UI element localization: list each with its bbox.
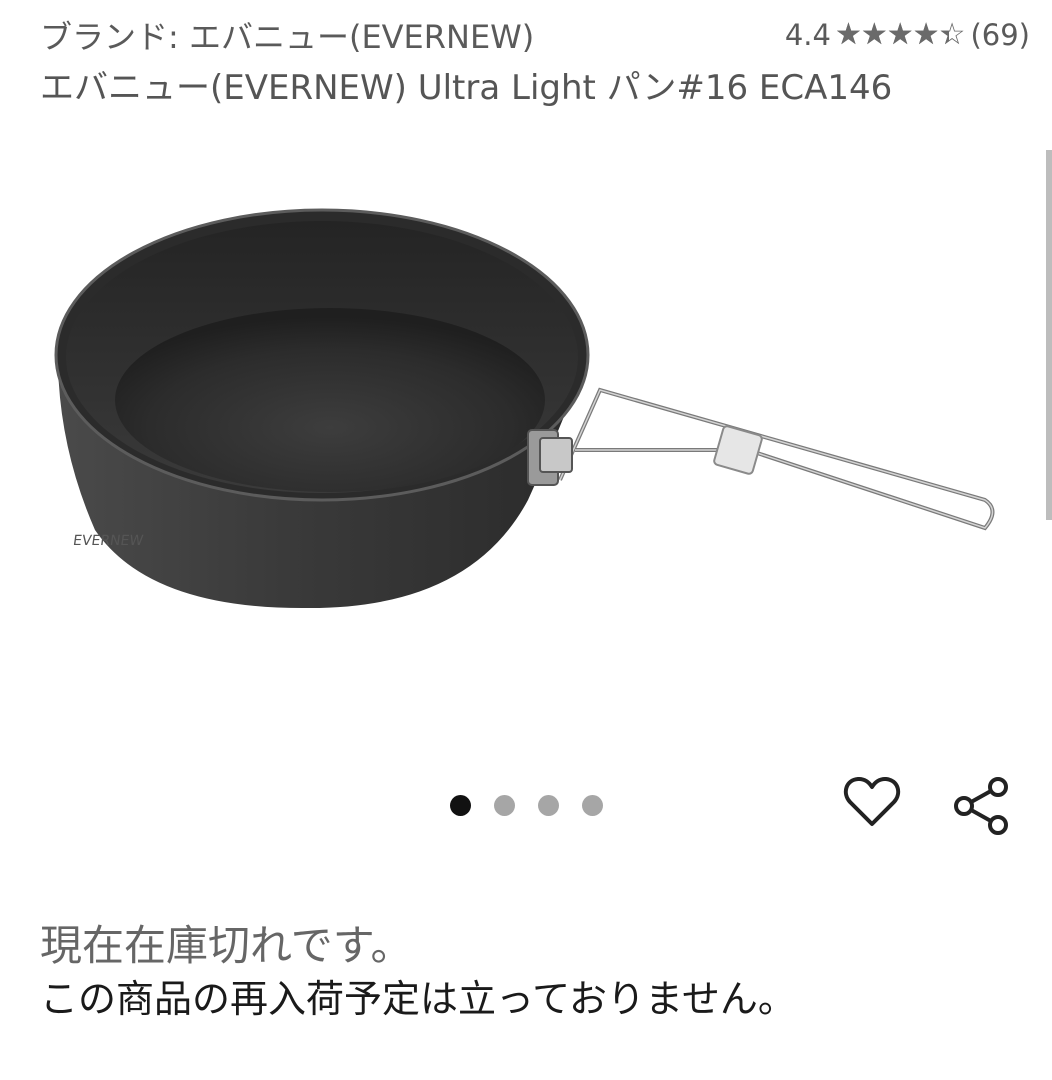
carousel-pagination [450, 795, 603, 816]
carousel-dot[interactable] [450, 795, 471, 816]
svg-text:EVERNEW: EVERNEW [72, 533, 144, 549]
carousel-dot[interactable] [494, 795, 515, 816]
brand-label[interactable]: ブランド: エバニュー(EVERNEW) [40, 12, 534, 58]
scrollbar[interactable] [1046, 150, 1052, 520]
rating-stars: ☆☆☆☆☆ ★★★★★ [834, 20, 965, 50]
product-image-carousel[interactable]: EVERNEW [0, 150, 1052, 710]
product-title: エバニュー(EVERNEW) Ultra Light パン#16 ECA146 [40, 68, 893, 108]
review-count: (69) [970, 18, 1030, 52]
stars-filled: ★★★★★ [834, 20, 949, 50]
carousel-dot[interactable] [538, 795, 559, 816]
stock-status: 現在在庫切れです。 この商品の再入荷予定は立っておりません。 [40, 920, 796, 1026]
product-header: ブランド: エバニュー(EVERNEW) 4.4 ☆☆☆☆☆ ★★★★★ (69… [40, 12, 1030, 109]
restock-note: この商品の再入荷予定は立っておりません。 [40, 976, 796, 1021]
out-of-stock-message: 現在在庫切れです。 [40, 921, 413, 970]
favorite-button[interactable] [843, 772, 901, 830]
product-image: EVERNEW [54, 208, 995, 609]
brand-rating-row: ブランド: エバニュー(EVERNEW) 4.4 ☆☆☆☆☆ ★★★★★ (69… [40, 12, 1030, 58]
heart-outline-icon [843, 776, 901, 826]
rating-summary[interactable]: 4.4 ☆☆☆☆☆ ★★★★★ (69) [785, 18, 1030, 52]
carousel-dot[interactable] [582, 795, 603, 816]
rating-value: 4.4 [784, 18, 831, 52]
share-button[interactable] [950, 775, 1012, 837]
share-icon [954, 777, 1008, 835]
